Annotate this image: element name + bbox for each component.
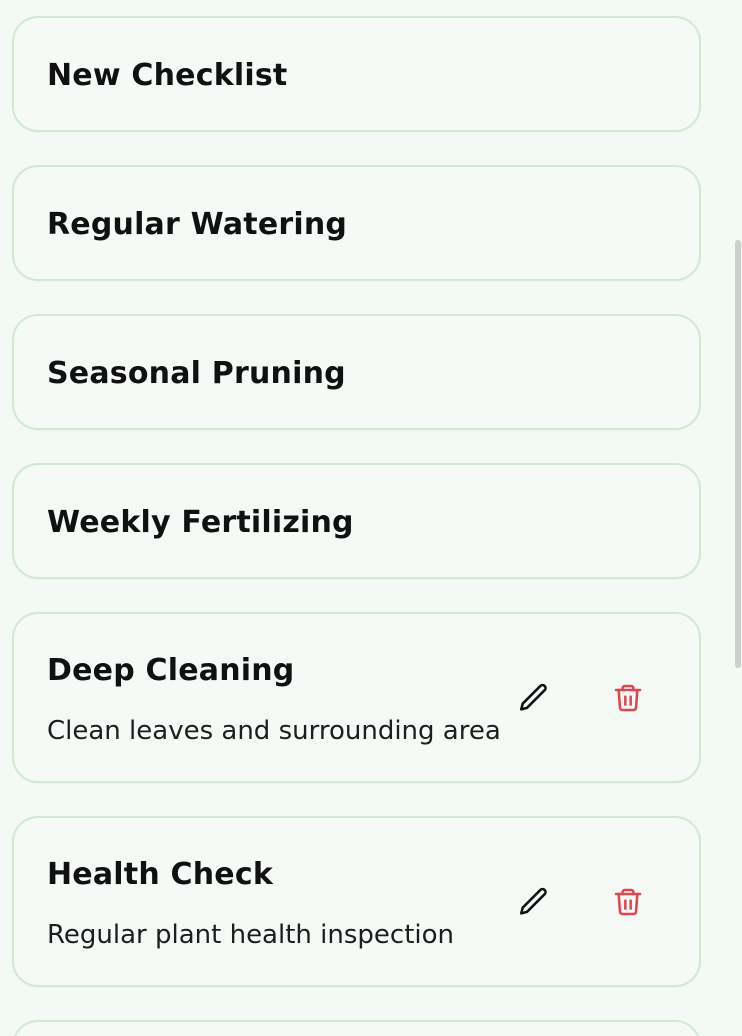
checklist-card-partial[interactable] [12,1020,701,1036]
trash-icon [612,682,644,718]
checklist-card-weekly-fertilizing[interactable]: Weekly Fertilizing [12,463,701,579]
checklist-title: Health Check [47,857,273,892]
checklist-card-deep-cleaning[interactable]: Deep Cleaning Clean leaves and surroundi… [12,612,701,783]
checklist-page: New Checklist Regular Watering Seasonal … [0,0,742,1036]
checklist-title: Deep Cleaning [47,653,295,688]
checklist-title: New Checklist [47,58,288,93]
pencil-icon [517,681,551,719]
edit-button[interactable] [514,680,554,720]
delete-button[interactable] [608,680,648,720]
checklist-list: New Checklist Regular Watering Seasonal … [12,16,701,1036]
checklist-card-health-check[interactable]: Health Check Regular plant health inspec… [12,816,701,987]
edit-button[interactable] [514,884,554,924]
checklist-description: Clean leaves and surrounding area [47,716,501,746]
checklist-description: Regular plant health inspection [47,920,454,950]
delete-button[interactable] [608,884,648,924]
scrollbar-thumb[interactable] [735,240,741,668]
checklist-card-seasonal-pruning[interactable]: Seasonal Pruning [12,314,701,430]
pencil-icon [517,885,551,923]
checklist-title: Weekly Fertilizing [47,505,354,540]
checklist-title: Seasonal Pruning [47,356,346,391]
trash-icon [612,886,644,922]
checklist-card-new-checklist[interactable]: New Checklist [12,16,701,132]
checklist-card-regular-watering[interactable]: Regular Watering [12,165,701,281]
scrollbar-track[interactable] [732,0,742,1036]
checklist-title: Regular Watering [47,207,348,242]
